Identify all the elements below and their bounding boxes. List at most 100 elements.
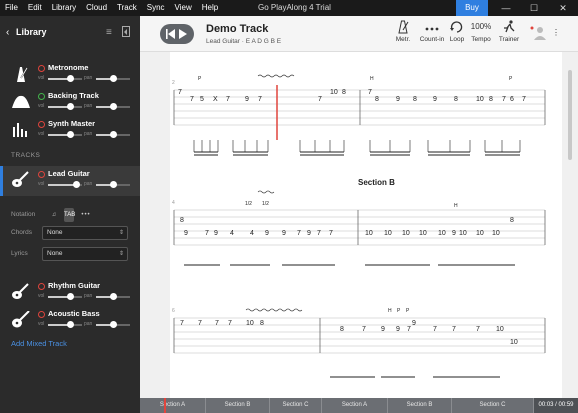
add-mixed-track-link[interactable]: Add Mixed Track	[11, 339, 67, 348]
svg-text:7: 7	[329, 230, 333, 237]
pan-label: pan	[84, 131, 93, 137]
maximize-icon[interactable]: ☐	[520, 0, 548, 16]
svg-text:7: 7	[297, 230, 301, 237]
kebab-menu-icon[interactable]: ⋮	[552, 28, 560, 37]
waveform-icon	[12, 95, 30, 108]
tempo-control[interactable]: 100% Tempo	[468, 20, 494, 50]
svg-text:10: 10	[438, 230, 446, 237]
menu-track[interactable]: Track	[112, 0, 142, 16]
count-in-icon	[425, 27, 439, 31]
timeline-section-a[interactable]: Section A	[140, 398, 206, 413]
svg-text:9: 9	[282, 230, 286, 237]
trainer-toggle[interactable]: Trainer	[496, 20, 522, 50]
timeline-section-b[interactable]: Section B	[388, 398, 452, 413]
svg-text:7: 7	[407, 326, 411, 333]
notation-label: Notation	[11, 211, 36, 218]
svg-text:9: 9	[184, 230, 188, 237]
svg-text:8: 8	[413, 96, 417, 103]
svg-text:10: 10	[492, 230, 500, 237]
more-options-icon[interactable]: •••	[81, 208, 91, 222]
play-icon[interactable]	[178, 28, 188, 40]
svg-text:7: 7	[522, 96, 526, 103]
pan-slider[interactable]	[96, 181, 130, 188]
svg-text:7: 7	[318, 96, 322, 103]
buy-button[interactable]: Buy	[456, 0, 488, 16]
volume-slider[interactable]	[48, 181, 82, 188]
menu-cloud[interactable]: Cloud	[81, 0, 112, 16]
collapse-panel-icon[interactable]	[122, 26, 130, 37]
status-indicator[interactable]	[38, 283, 45, 290]
rhythm-beams	[184, 151, 520, 378]
list-icon[interactable]: ≡	[106, 27, 112, 38]
score-scrollbar[interactable]	[568, 70, 572, 160]
lyrics-select[interactable]: None ⇕	[42, 247, 128, 261]
chords-select[interactable]: None ⇕	[42, 226, 128, 240]
svg-text:P: P	[198, 76, 202, 82]
track-row-backing[interactable]: Backing Track vol pan	[0, 88, 140, 116]
track-name: Metronome	[48, 63, 89, 72]
loop-toggle[interactable]: Loop	[448, 20, 466, 50]
timeline-section-a[interactable]: Section A	[322, 398, 388, 413]
volume-slider[interactable]	[48, 293, 82, 300]
account-icon[interactable]	[530, 25, 548, 41]
metronome-toggle[interactable]: Metr.	[392, 20, 414, 50]
status-indicator[interactable]	[38, 65, 45, 72]
track-row-acoustic-bass[interactable]: Acoustic Bass vol pan	[0, 306, 140, 334]
metronome-label: Metr.	[395, 36, 411, 43]
svg-text:P: P	[509, 76, 513, 82]
score-view[interactable]: 2 4 6 775X797 7 10 8 789898 10 8 7 6 7 89794 4…	[140, 52, 578, 398]
updown-icon: ⇕	[118, 230, 124, 236]
standard-notation-icon[interactable]: ♫	[49, 208, 59, 222]
pan-slider[interactable]	[96, 75, 130, 82]
vol-label: vol	[38, 321, 45, 327]
menu-help[interactable]: Help	[197, 0, 223, 16]
status-indicator[interactable]	[38, 311, 45, 318]
status-indicator[interactable]	[38, 171, 45, 178]
volume-slider[interactable]	[48, 321, 82, 328]
count-in-toggle[interactable]: Count-in	[416, 20, 448, 50]
menu-file[interactable]: File	[0, 0, 23, 16]
menu-edit[interactable]: Edit	[23, 0, 47, 16]
pan-slider[interactable]	[96, 321, 130, 328]
svg-text:H: H	[388, 308, 392, 314]
svg-text:6: 6	[510, 96, 514, 103]
status-indicator[interactable]	[38, 93, 45, 100]
svg-text:5: 5	[200, 96, 204, 103]
timeline-section-b[interactable]: Section B	[206, 398, 270, 413]
volume-slider[interactable]	[48, 75, 82, 82]
timeline-section-c[interactable]: Section C	[270, 398, 322, 413]
svg-text:9: 9	[265, 230, 269, 237]
notation-row: Notation ♫ TAB •••	[11, 208, 131, 222]
track-row-lead-guitar[interactable]: Lead Guitar vol pan	[0, 166, 140, 196]
tracks-section-label: TRACKS	[11, 152, 41, 159]
track-row-rhythm-guitar[interactable]: Rhythm Guitar vol pan	[0, 278, 140, 306]
svg-text:8: 8	[340, 326, 344, 333]
pan-slider[interactable]	[96, 131, 130, 138]
svg-text:P: P	[406, 308, 410, 314]
track-row-synth[interactable]: Synth Master vol pan	[0, 116, 140, 144]
chords-row: Chords None ⇕	[11, 226, 131, 240]
svg-text:7: 7	[228, 320, 232, 327]
svg-text:7: 7	[190, 96, 194, 103]
note-stems	[193, 140, 521, 152]
volume-slider[interactable]	[48, 103, 82, 110]
back-chevron-icon[interactable]: ‹	[6, 27, 9, 38]
pan-slider[interactable]	[96, 103, 130, 110]
pan-slider[interactable]	[96, 293, 130, 300]
track-name: Rhythm Guitar	[48, 281, 101, 290]
menu-sync[interactable]: Sync	[142, 0, 170, 16]
timeline-section-c[interactable]: Section C	[452, 398, 534, 413]
close-icon[interactable]: ✕	[549, 0, 577, 16]
track-row-metronome[interactable]: Metronome vol pan	[0, 60, 140, 88]
menu-view[interactable]: View	[170, 0, 197, 16]
menu-library[interactable]: Library	[47, 0, 81, 16]
sidebar: ‹ Library ≡ Metronome vol pan Backing Tr…	[0, 16, 140, 413]
minimize-icon[interactable]: —	[492, 0, 520, 16]
status-indicator[interactable]	[38, 121, 45, 128]
volume-slider[interactable]	[48, 131, 82, 138]
svg-text:4: 4	[250, 230, 254, 237]
tab-notation-icon[interactable]: TAB	[64, 208, 75, 222]
skip-back-icon[interactable]	[166, 28, 175, 40]
timeline-playhead[interactable]	[164, 398, 166, 413]
library-title[interactable]: Library	[16, 27, 47, 37]
